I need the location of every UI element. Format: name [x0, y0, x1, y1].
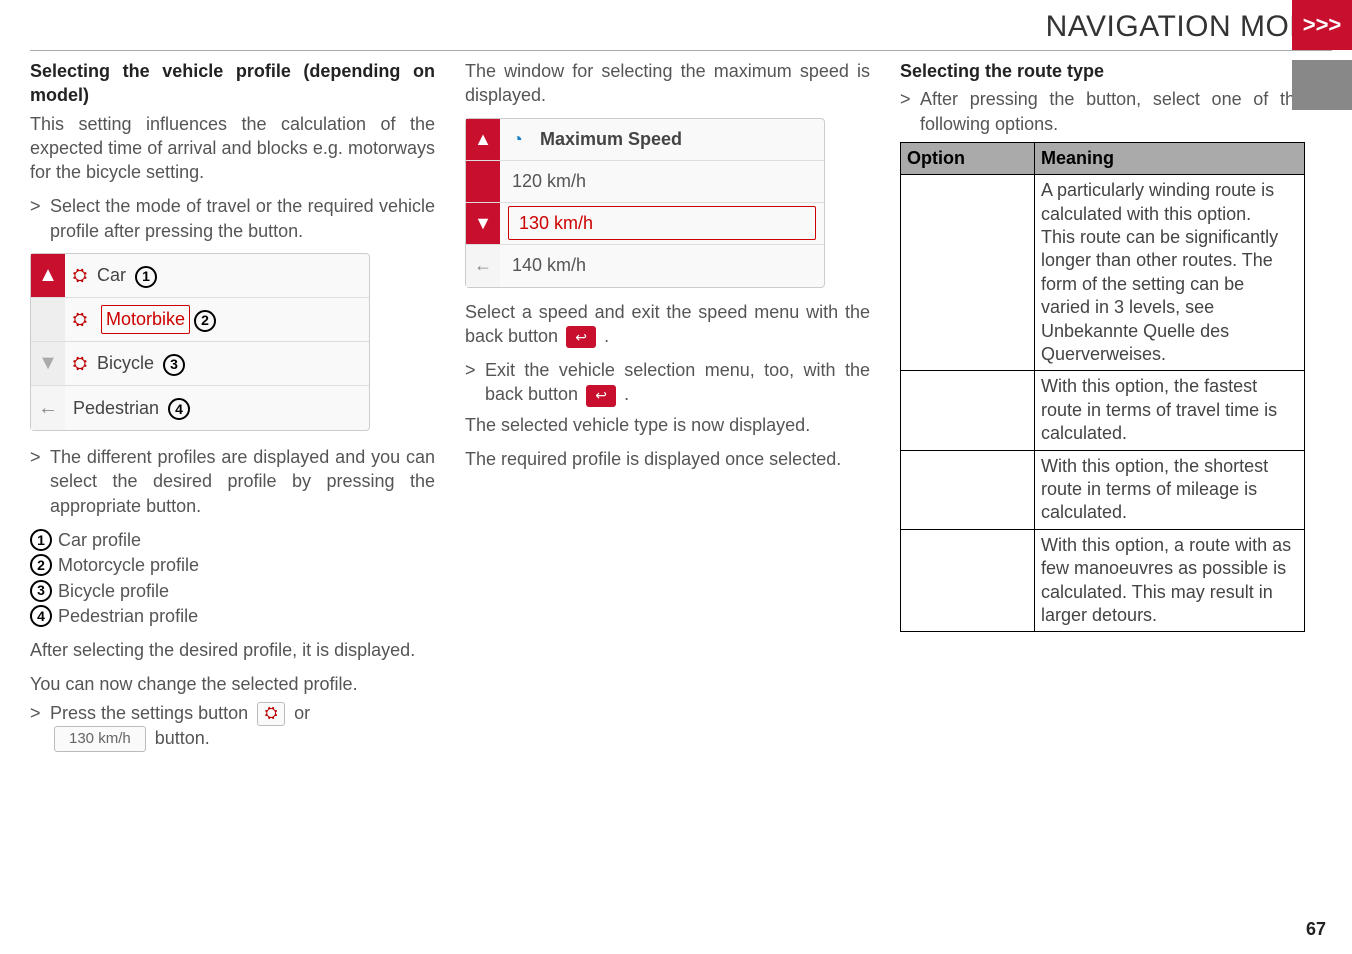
- back-icon[interactable]: ←: [31, 386, 65, 430]
- legend-marker-4: 4: [30, 605, 52, 627]
- page-number: 67: [1306, 919, 1326, 940]
- speedometer-icon: ◔: [512, 127, 534, 151]
- paragraph: The required profile is displayed once s…: [465, 447, 870, 471]
- scroll-down-icon[interactable]: ▼: [31, 342, 65, 385]
- legend-marker-3: 3: [30, 580, 52, 602]
- chevron-indicator: >>>: [1292, 0, 1352, 50]
- table-cell-meaning: A particularly winding route is calculat…: [1035, 175, 1305, 371]
- profile-item-bicycle[interactable]: Bicycle 3: [95, 351, 369, 375]
- paragraph: This setting influences the calculation …: [30, 112, 435, 185]
- instruction-text: Press the settings button ⛭ or: [50, 701, 435, 726]
- section-heading-vehicle-profile: Selecting the vehicle profile (depending…: [30, 59, 435, 108]
- instruction-text: Exit the vehicle selection menu, too, wi…: [485, 358, 870, 407]
- bullet-marker: >: [465, 358, 485, 407]
- legend-label: Bicycle profile: [58, 579, 169, 603]
- bullet-marker: >: [900, 87, 920, 136]
- table-cell-option: [901, 371, 1035, 450]
- divider: [30, 50, 1332, 51]
- profile-item-car[interactable]: Car 1: [95, 263, 369, 287]
- paragraph: The selected vehicle type is now display…: [465, 413, 870, 437]
- profile-item-motorbike[interactable]: Motorbike: [101, 305, 190, 333]
- paragraph: You can now change the selected profile.: [30, 672, 435, 696]
- instruction-text: button.: [155, 728, 210, 748]
- column-2: The window for selecting the maximum spe…: [465, 59, 870, 752]
- speed-option-140[interactable]: 140 km/h: [500, 253, 824, 277]
- scroll-area: [466, 161, 500, 202]
- legend-marker-1: 1: [30, 529, 52, 551]
- speed-option-120[interactable]: 120 km/h: [500, 169, 824, 193]
- column-3: Selecting the route type > After pressin…: [900, 59, 1305, 752]
- paragraph: The window for selecting the maximum spe…: [465, 59, 870, 108]
- speed-option-130[interactable]: 130 km/h: [508, 206, 816, 240]
- table-cell-meaning: With this option, a route with as few ma…: [1035, 529, 1305, 632]
- back-icon[interactable]: ←: [466, 245, 500, 287]
- paragraph: After selecting the desired profile, it …: [30, 638, 435, 662]
- instruction-text: The different profiles are displayed and…: [50, 445, 435, 518]
- table-header-meaning: Meaning: [1035, 142, 1305, 174]
- section-heading-route-type: Selecting the route type: [900, 59, 1305, 83]
- table-cell-option: [901, 175, 1035, 371]
- scroll-down-icon[interactable]: ▼: [466, 203, 500, 244]
- back-button-icon[interactable]: ↩: [586, 385, 616, 407]
- side-tab: [1292, 60, 1352, 110]
- bullet-marker: >: [30, 701, 50, 726]
- max-speed-list: ▲ ◔Maximum Speed 120 km/h ▼ 130 km/h ← 1…: [465, 118, 825, 288]
- vehicle-profile-list: ▲ ⛭ Car 1 ⛭ Motorbike2 ▼ ⛭ Bicycle 3 ← P…: [30, 253, 370, 431]
- bullet-marker: >: [30, 194, 50, 243]
- table-cell-option: [901, 529, 1035, 632]
- profile-item-pedestrian[interactable]: Pedestrian 4: [65, 396, 369, 420]
- instruction-text: After pressing the button, select one of…: [920, 87, 1305, 136]
- legend-label: Motorcycle profile: [58, 553, 199, 577]
- bicycle-icon: ⛭: [65, 351, 95, 375]
- instruction-text: Select the mode of travel or the require…: [50, 194, 435, 243]
- column-1: Selecting the vehicle profile (depending…: [30, 59, 435, 752]
- page-title: NAVIGATION MODE: [1046, 10, 1332, 44]
- route-options-table: Option Meaning A particularly winding ro…: [900, 142, 1305, 632]
- car-icon: ⛭: [65, 263, 95, 287]
- legend-label: Pedestrian profile: [58, 604, 198, 628]
- motorbike-icon: ⛭: [65, 307, 95, 331]
- table-cell-option: [901, 450, 1035, 529]
- max-speed-header: ◔Maximum Speed: [500, 127, 824, 151]
- speed-button[interactable]: 130 km/h: [54, 726, 146, 752]
- table-cell-meaning: With this option, the fastest route in t…: [1035, 371, 1305, 450]
- legend-marker-2: 2: [30, 554, 52, 576]
- scroll-area: [31, 298, 65, 341]
- back-button-icon[interactable]: ↩: [566, 326, 596, 348]
- settings-button-icon[interactable]: ⛭: [257, 702, 285, 726]
- scroll-up-icon[interactable]: ▲: [31, 254, 65, 297]
- table-cell-meaning: With this option, the shortest route in …: [1035, 450, 1305, 529]
- paragraph: Select a speed and exit the speed menu w…: [465, 300, 870, 349]
- scroll-up-icon[interactable]: ▲: [466, 119, 500, 160]
- bullet-marker: >: [30, 445, 50, 518]
- legend-label: Car profile: [58, 528, 141, 552]
- table-header-option: Option: [901, 142, 1035, 174]
